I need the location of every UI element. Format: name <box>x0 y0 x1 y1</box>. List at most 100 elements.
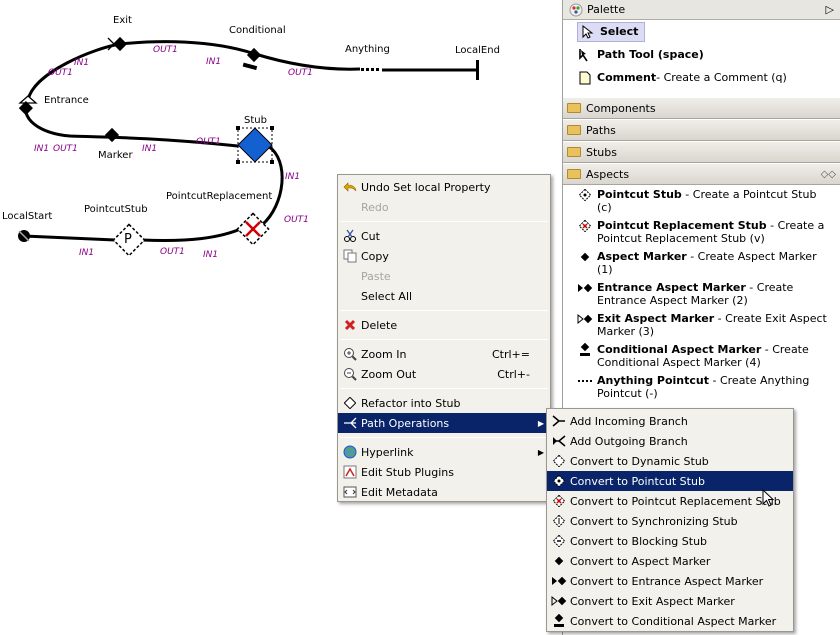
aspect-marker-tool-icon <box>577 250 593 264</box>
io-label: IN1 <box>74 58 90 68</box>
menu-separator <box>340 339 548 340</box>
incoming-branch-icon <box>551 413 567 429</box>
submenu-convert-entrance-aspect-marker[interactable]: Convert to Entrance Aspect Marker <box>547 571 793 591</box>
conditional-aspect-marker-icon <box>551 613 567 629</box>
anything-pointcut-icon <box>361 68 379 71</box>
stub-diamond-icon <box>342 395 358 411</box>
local-start-icon <box>18 230 30 242</box>
menu-label: Delete <box>361 318 398 332</box>
io-label: IN1 <box>142 144 158 154</box>
menu-select-all[interactable]: Select All <box>338 286 550 306</box>
path-ops-icon <box>342 415 358 431</box>
tool-exit-aspect-marker[interactable]: Exit Aspect Marker - Create Exit Aspect … <box>563 309 840 340</box>
menu-delete[interactable]: Delete <box>338 315 550 335</box>
io-label: OUT1 <box>160 247 185 257</box>
submenu-convert-pointcut-replacement-stub[interactable]: Convert to Pointcut Replacement Stub <box>547 491 793 511</box>
menu-path-operations[interactable]: Path Operations ▶ <box>338 413 550 433</box>
menu-zoom-in[interactable]: Zoom In Ctrl+= <box>338 344 550 364</box>
entrance-aspect-marker-tool-icon <box>577 281 593 295</box>
io-label: IN1 <box>34 144 50 154</box>
submenu-convert-blocking-stub[interactable]: Convert to Blocking Stub <box>547 531 793 551</box>
folder-icon <box>567 103 581 113</box>
drawer-stubs[interactable]: Stubs <box>563 141 840 163</box>
conditional-aspect-marker-tool-icon <box>577 343 593 357</box>
tool-pointcut-replacement-stub[interactable]: Pointcut Replacement Stub - Create a Poi… <box>563 216 840 247</box>
submenu-add-incoming-branch[interactable]: Add Incoming Branch <box>547 411 793 431</box>
node-label-pointcut-replacement: PointcutReplacement <box>166 191 273 202</box>
arrow-cursor-icon <box>580 24 596 40</box>
drawer-aspects[interactable]: Aspects ◇◇ <box>563 163 840 185</box>
aspect-marker-icon <box>104 127 120 143</box>
menu-paste[interactable]: Paste <box>338 266 550 286</box>
menu-cut[interactable]: Cut <box>338 226 550 246</box>
tool-entrance-aspect-marker[interactable]: Entrance Aspect Marker - Create Entrance… <box>563 278 840 309</box>
drawer-pin-icon[interactable]: ◇◇ <box>821 169 836 180</box>
tool-select[interactable]: Select <box>563 20 840 43</box>
node-label-stub: Stub <box>244 115 267 126</box>
menu-undo[interactable]: Undo Set local Property <box>338 177 550 197</box>
palette-collapse-icon[interactable]: ▷ <box>826 3 834 16</box>
menu-separator <box>340 388 548 389</box>
exit-aspect-marker-icon <box>551 593 567 609</box>
pointcut-stub-tool-icon <box>577 188 593 202</box>
menu-label: Refactor into Stub <box>361 396 461 410</box>
menu-label: Convert to Conditional Aspect Marker <box>570 614 777 628</box>
submenu-convert-dynamic-stub[interactable]: Convert to Dynamic Stub <box>547 451 793 471</box>
metadata-icon <box>342 484 358 500</box>
palette-header[interactable]: Palette ▷ <box>563 0 840 20</box>
menu-hyperlink[interactable]: Hyperlink ▶ <box>338 442 550 462</box>
tool-comment[interactable]: Comment - Create a Comment (q) <box>563 66 840 89</box>
exit-aspect-marker-tool-icon <box>577 312 593 326</box>
menu-label: Zoom Out <box>361 367 417 381</box>
menu-redo[interactable]: Redo <box>338 197 550 217</box>
tool-comment-label: Comment <box>597 71 657 84</box>
io-label: IN1 <box>206 57 222 67</box>
drawer-paths[interactable]: Paths <box>563 119 840 141</box>
submenu-convert-pointcut-stub[interactable]: Convert to Pointcut Stub <box>547 471 793 491</box>
menu-shortcut: Ctrl+= <box>491 347 530 361</box>
globe-icon <box>342 444 358 460</box>
tool-name: Pointcut Stub <box>597 188 682 201</box>
submenu-convert-conditional-aspect-marker[interactable]: Convert to Conditional Aspect Marker <box>547 611 793 631</box>
submenu-arrow-icon: ▶ <box>537 418 544 428</box>
io-label: OUT1 <box>284 215 309 225</box>
submenu-convert-synchronizing-stub[interactable]: Convert to Synchronizing Stub <box>547 511 793 531</box>
submenu-convert-exit-aspect-marker[interactable]: Convert to Exit Aspect Marker <box>547 591 793 611</box>
menu-label: Add Outgoing Branch <box>570 434 688 448</box>
menu-edit-stub-plugins[interactable]: Edit Stub Plugins <box>338 462 550 482</box>
node-label-marker: Marker <box>98 150 133 161</box>
tool-anything-pointcut[interactable]: Anything Pointcut - Create Anything Poin… <box>563 371 840 402</box>
submenu-arrow-icon: ▶ <box>537 447 544 457</box>
tool-aspect-marker[interactable]: Aspect Marker - Create Aspect Marker (1) <box>563 247 840 278</box>
mouse-cursor-icon <box>762 488 776 512</box>
menu-label: Paste <box>361 269 391 283</box>
folder-icon <box>567 125 581 135</box>
menu-separator <box>340 437 548 438</box>
drawer-components[interactable]: Components <box>563 97 840 119</box>
context-menu: Undo Set local Property Redo Cut Copy Pa… <box>337 174 551 502</box>
submenu-add-outgoing-branch[interactable]: Add Outgoing Branch <box>547 431 793 451</box>
menu-refactor-into-stub[interactable]: Refactor into Stub <box>338 393 550 413</box>
tool-path[interactable]: Path Tool (space) <box>563 43 840 66</box>
palette-title: Palette <box>587 3 626 16</box>
scissors-icon <box>342 228 358 244</box>
tool-pointcut-stub[interactable]: Pointcut Stub - Create a Pointcut Stub (… <box>563 185 840 216</box>
anything-pointcut-tool-icon <box>577 374 593 388</box>
menu-copy[interactable]: Copy <box>338 246 550 266</box>
stub-plugins-icon <box>342 464 358 480</box>
menu-label: Edit Stub Plugins <box>361 465 454 479</box>
tool-conditional-aspect-marker[interactable]: Conditional Aspect Marker - Create Condi… <box>563 340 840 371</box>
menu-zoom-out[interactable]: Zoom Out Ctrl+- <box>338 364 550 384</box>
node-label-anything: Anything <box>345 44 390 55</box>
io-label: OUT1 <box>153 45 178 55</box>
stub-icon <box>236 126 274 164</box>
menu-label: Zoom In <box>361 347 407 361</box>
menu-edit-metadata[interactable]: Edit Metadata <box>338 482 550 502</box>
drawer-label: Components <box>586 101 656 115</box>
pointcut-replacement-stub-icon <box>551 493 567 509</box>
synchronizing-stub-icon <box>551 513 567 529</box>
submenu-convert-aspect-marker[interactable]: Convert to Aspect Marker <box>547 551 793 571</box>
tool-select-label: Select <box>600 25 639 38</box>
node-label-conditional: Conditional <box>229 25 286 36</box>
menu-label: Copy <box>361 249 389 263</box>
